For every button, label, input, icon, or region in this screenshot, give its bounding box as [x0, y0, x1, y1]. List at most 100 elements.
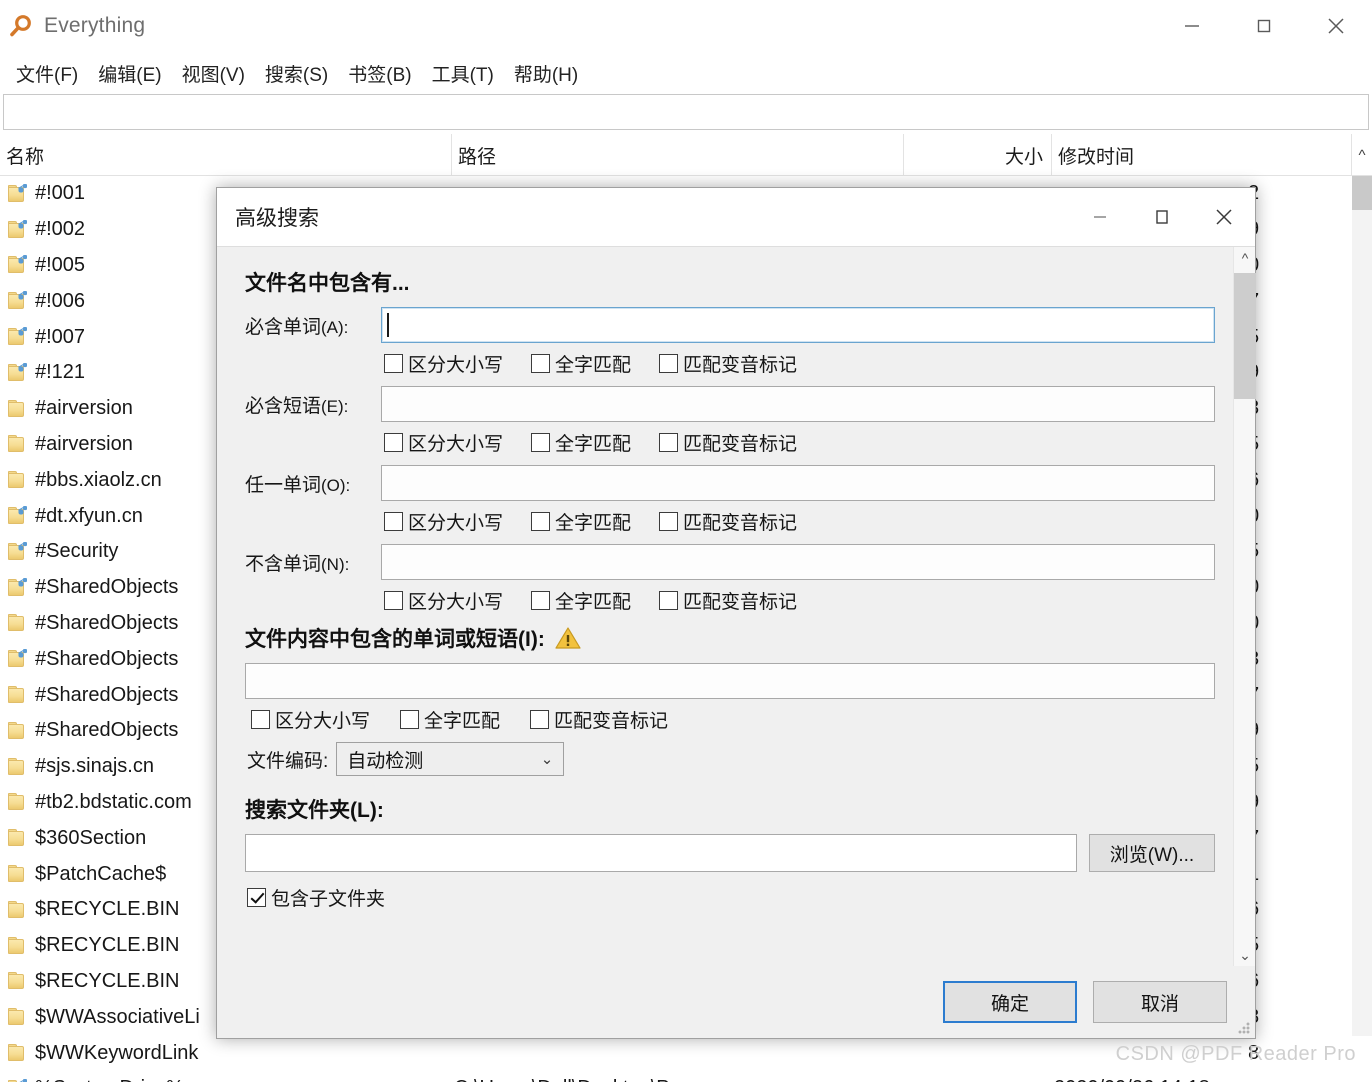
input-any-words[interactable]: [381, 465, 1215, 501]
checkbox-box-icon[interactable]: [659, 591, 679, 610]
checkbox-label: 匹配变音标记: [683, 434, 798, 455]
checkbox-exclude-match-case[interactable]: 区分大小写: [384, 587, 503, 614]
file-name-text: $WWKeywordLink: [35, 1041, 199, 1064]
checkbox-exclude-diacritics[interactable]: 匹配变音标记: [659, 587, 797, 614]
checkbox-content-match-case[interactable]: 区分大小写: [251, 706, 370, 733]
checkbox-label: 全字匹配: [555, 355, 632, 376]
main-vertical-scrollbar[interactable]: [1352, 176, 1372, 1036]
checkbox-box-icon[interactable]: [659, 433, 679, 452]
file-name-text: #SharedObjects: [35, 719, 179, 742]
file-name-text: #dt.xfyun.cn: [35, 504, 143, 527]
dialog-scrollbar-thumb[interactable]: [1234, 273, 1256, 399]
checkbox-box-icon[interactable]: [531, 591, 551, 610]
close-button[interactable]: [1300, 0, 1372, 52]
checkbox-label: 全字匹配: [555, 434, 632, 455]
scroll-up-arrow-icon[interactable]: ^: [1352, 134, 1372, 176]
everything-app-window: Everything 文件(F) 编辑(E) 视图(V) 搜索(S) 书签(B)…: [0, 0, 1372, 1082]
encoding-select[interactable]: 自动检测 ⌄: [336, 742, 565, 776]
search-input[interactable]: [3, 94, 1369, 130]
file-name-text: $RECYCLE.BIN: [35, 934, 180, 957]
resize-grip-icon[interactable]: [1237, 1021, 1251, 1035]
main-title-bar: Everything: [0, 0, 1372, 52]
file-name-text: #SharedObjects: [35, 647, 179, 670]
dialog-scroll-up-icon[interactable]: ^: [1234, 247, 1256, 269]
checkbox-box-icon[interactable]: [384, 433, 403, 452]
checkbox-label: 区分大小写: [408, 592, 504, 613]
dialog-scroll-down-icon[interactable]: ⌄: [1234, 944, 1256, 966]
checkbox-box-icon[interactable]: [530, 710, 550, 729]
dialog-title: 高级搜索: [235, 207, 319, 230]
minimize-button[interactable]: [1156, 0, 1228, 52]
dialog-close-button[interactable]: [1193, 188, 1255, 246]
input-exclude-words[interactable]: [381, 544, 1215, 580]
checkbox-any-diacritics[interactable]: 匹配变音标记: [659, 508, 797, 535]
folder-icon: [6, 971, 28, 991]
folder-icon: [6, 900, 28, 920]
input-search-folder[interactable]: [245, 834, 1077, 872]
dialog-title-bar: 高级搜索: [217, 188, 1255, 246]
menu-item-search[interactable]: 搜索(S): [255, 58, 338, 89]
dialog-vertical-scrollbar[interactable]: ^ ⌄: [1233, 247, 1256, 966]
column-header-date[interactable]: 修改时间: [1052, 134, 1352, 176]
menu-item-help[interactable]: 帮助(H): [504, 58, 588, 89]
column-header-name[interactable]: 名称: [0, 134, 452, 176]
checkbox-box-icon[interactable]: [531, 433, 551, 452]
maximize-button[interactable]: [1228, 0, 1300, 52]
checkbox-box-icon[interactable]: [247, 888, 266, 907]
folder-shortcut-icon: [6, 506, 28, 526]
content-section-heading: 文件内容中包含的单词或短语(I):: [245, 628, 545, 651]
chevron-down-icon: ⌄: [540, 751, 554, 768]
folder-shortcut-icon: [6, 577, 28, 598]
filename-section-heading: 文件名中包含有...: [245, 272, 410, 295]
checkbox-box-icon[interactable]: [400, 710, 420, 729]
checkbox-include-subfolders[interactable]: 包含子文件夹: [247, 884, 1215, 911]
checkbox-box-icon[interactable]: [384, 512, 403, 531]
table-row[interactable]: %SystemDrive% C:\Users\Dell\Desktop\Prog 2…: [0, 1071, 1352, 1082]
column-header-path[interactable]: 路径: [452, 134, 904, 176]
checkbox-phrase-match-case[interactable]: 区分大小写: [384, 429, 503, 456]
checkbox-words-diacritics[interactable]: 匹配变音标记: [659, 350, 797, 377]
dialog-minimize-button[interactable]: [1069, 188, 1131, 246]
warning-triangle-icon: [555, 626, 581, 650]
checkbox-exclude-whole-words[interactable]: 全字匹配: [531, 587, 631, 614]
browse-button[interactable]: 浏览(W)...: [1089, 834, 1215, 872]
scrollbar-thumb[interactable]: [1352, 176, 1372, 210]
checkbox-label: 区分大小写: [408, 355, 504, 376]
checkbox-label: 区分大小写: [408, 434, 504, 455]
input-content-words[interactable]: [245, 663, 1215, 699]
checkbox-box-icon[interactable]: [384, 354, 403, 373]
checkbox-row-any-words: 区分大小写 全字匹配 匹配变音标记: [384, 508, 1215, 535]
menu-item-file[interactable]: 文件(F): [6, 58, 88, 89]
menu-item-bookmarks[interactable]: 书签(B): [338, 58, 421, 89]
menu-item-view[interactable]: 视图(V): [172, 58, 255, 89]
menu-item-edit[interactable]: 编辑(E): [88, 58, 171, 89]
checkbox-phrase-diacritics[interactable]: 匹配变音标记: [659, 429, 797, 456]
folder-shortcut-icon: [6, 219, 28, 240]
checkbox-box-icon[interactable]: [659, 512, 679, 531]
input-must-contain-phrase[interactable]: [381, 386, 1215, 422]
advanced-search-dialog: 高级搜索 文件名中包含有... 必含单词(A): 区分大小写 全字匹配 匹配变音…: [216, 187, 1256, 1039]
encoding-label: 文件编码:: [247, 750, 329, 772]
checkbox-box-icon[interactable]: [384, 591, 403, 610]
checkbox-box-icon[interactable]: [251, 710, 270, 729]
folder-icon: [6, 470, 28, 490]
cancel-button[interactable]: 取消: [1093, 981, 1227, 1023]
ok-button[interactable]: 确定: [943, 981, 1077, 1023]
checkbox-content-whole-words[interactable]: 全字匹配: [400, 706, 500, 733]
menu-item-tools[interactable]: 工具(T): [422, 58, 504, 89]
dialog-maximize-button[interactable]: [1131, 188, 1193, 246]
checkbox-any-whole-words[interactable]: 全字匹配: [531, 508, 631, 535]
checkbox-box-icon[interactable]: [531, 512, 551, 531]
checkbox-any-match-case[interactable]: 区分大小写: [384, 508, 503, 535]
column-header-size[interactable]: 大小: [904, 134, 1052, 176]
file-name-text: $RECYCLE.BIN: [35, 969, 180, 992]
checkbox-box-icon[interactable]: [531, 354, 551, 373]
checkbox-box-icon[interactable]: [659, 354, 679, 373]
checkbox-words-whole-words[interactable]: 全字匹配: [531, 350, 631, 377]
input-must-contain-words[interactable]: [381, 307, 1215, 343]
checkbox-phrase-whole-words[interactable]: 全字匹配: [531, 429, 631, 456]
checkbox-content-diacritics[interactable]: 匹配变音标记: [530, 706, 668, 733]
table-row[interactable]: $WWKeywordLink: [0, 1035, 1352, 1071]
checkbox-words-match-case[interactable]: 区分大小写: [384, 350, 503, 377]
field-row-any-words: 任一单词(O):: [245, 465, 1215, 501]
